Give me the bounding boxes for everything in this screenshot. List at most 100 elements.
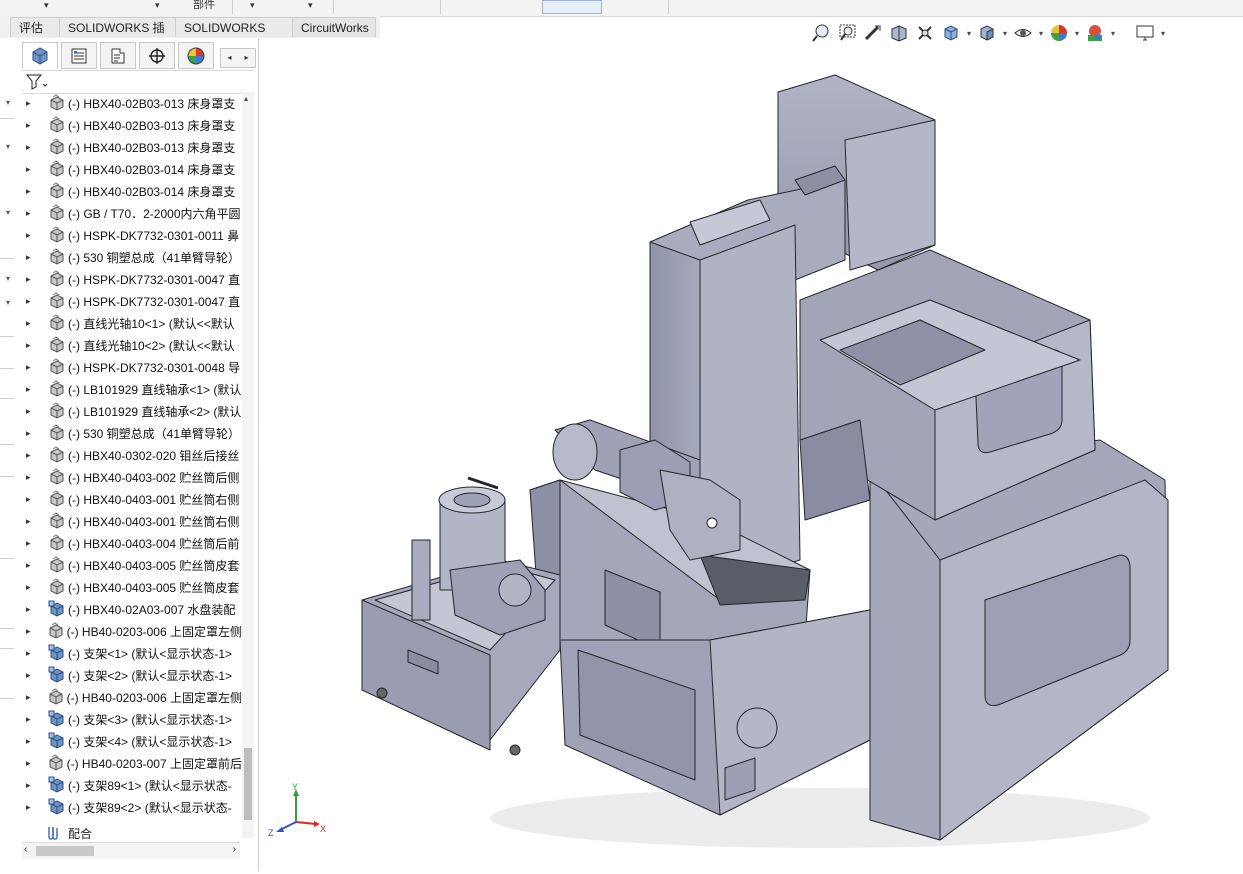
tree-item[interactable]: ▸ (-) HSPK-DK7732-0301-0048 导 xyxy=(22,356,242,378)
scroll-left-icon[interactable]: ‹ xyxy=(24,844,27,855)
tree-item[interactable]: ▸ (-) HB40-0203-006 上固定罩左侧 xyxy=(22,686,242,708)
expand-arrow-icon[interactable]: ▸ xyxy=(26,758,33,769)
display-manager-tab[interactable] xyxy=(178,42,214,69)
tree-item[interactable]: ▸ (-) GB / T70．2-2000内六角平圆 xyxy=(22,202,242,224)
expand-arrow-icon[interactable]: ▸ xyxy=(26,538,34,549)
ribbon-selected-button[interactable] xyxy=(542,0,602,14)
previous-view-button[interactable] xyxy=(860,21,886,45)
expand-arrow-icon[interactable]: ▸ xyxy=(26,472,34,483)
chevron-down-icon[interactable]: ▾ xyxy=(308,0,313,12)
tree-item[interactable]: ▸ (-) HBX40-02B03-014 床身罩支 xyxy=(22,158,242,180)
view-orientation-button[interactable] xyxy=(938,21,964,45)
expand-arrow-icon[interactable]: ▸ xyxy=(26,560,34,571)
expand-arrow-icon[interactable]: ▸ xyxy=(26,98,34,109)
tree-item[interactable]: ▸ (-) HSPK-DK7732-0301-0047 直 xyxy=(22,268,242,290)
expand-arrow-icon[interactable]: ▸ xyxy=(26,494,34,505)
dimxpert-tab[interactable] xyxy=(139,42,175,69)
expand-arrow-icon[interactable]: ▸ xyxy=(26,362,34,373)
expand-arrow-icon[interactable]: ▸ xyxy=(26,164,34,175)
expand-arrow-icon[interactable]: ▸ xyxy=(26,736,34,747)
propertymanager-tab[interactable] xyxy=(61,42,97,69)
edit-appearance-button[interactable] xyxy=(1046,21,1072,45)
expand-arrow-icon[interactable]: ▸ xyxy=(26,208,34,219)
tree-item[interactable]: ▸ (-) HBX40-0403-001 贮丝筒右侧 xyxy=(22,488,242,510)
expand-arrow-icon[interactable]: ▸ xyxy=(26,252,34,263)
tab-solidworks-addins[interactable]: SOLIDWORKS 插件 xyxy=(59,17,176,55)
expand-arrow-icon[interactable]: ▸ xyxy=(26,604,34,615)
chevron-down-icon[interactable]: ▾ xyxy=(155,0,160,12)
expand-arrow-icon[interactable]: ▸ xyxy=(26,318,34,329)
hide-show-items-button[interactable] xyxy=(1010,21,1036,45)
expand-arrow-icon[interactable]: ▸ xyxy=(26,406,34,417)
filter-bar[interactable] xyxy=(22,70,254,94)
chevron-down-icon[interactable]: ▾ xyxy=(44,0,49,12)
expand-arrow-icon[interactable]: ▸ xyxy=(26,186,34,197)
section-view-button[interactable] xyxy=(886,21,912,45)
expand-arrow-icon[interactable]: ▸ xyxy=(26,714,34,725)
expand-arrow-icon[interactable]: ▸ xyxy=(26,142,34,153)
scrollbar-thumb[interactable] xyxy=(36,846,94,856)
filter-icon[interactable] xyxy=(26,74,48,90)
apply-scene-button[interactable] xyxy=(1082,21,1108,45)
tree-item[interactable]: ▸ (-) HSPK-DK7732-0301-0047 直 xyxy=(22,290,242,312)
chevron-down-icon[interactable]: ▾ xyxy=(1072,29,1082,38)
tree-item[interactable]: ▸ (-) 支架<3> (默认<显示状态-1> xyxy=(22,708,242,730)
expand-arrow-icon[interactable]: ▸ xyxy=(26,274,34,285)
tree-item[interactable]: ▸ (-) 直线光轴10<1> (默认<<默认 xyxy=(22,312,242,334)
tree-item[interactable]: ▸ (-) 支架89<2> (默认<显示状态- xyxy=(22,796,242,818)
expand-arrow-icon[interactable]: ▸ xyxy=(26,648,34,659)
configurationmanager-tab[interactable] xyxy=(100,42,136,69)
tab-solidworks-mbd[interactable]: SOLIDWORKS MBD xyxy=(175,17,293,55)
chevron-down-icon[interactable]: ▾ xyxy=(1036,29,1046,38)
tree-item[interactable]: ▸ (-) HBX40-0403-001 贮丝筒右侧 xyxy=(22,510,242,532)
view-settings-button[interactable] xyxy=(1132,21,1158,45)
expand-arrow-icon[interactable]: ▸ xyxy=(26,120,34,131)
tree-item[interactable]: ▸ (-) HBX40-0403-002 贮丝筒后侧 xyxy=(22,466,242,488)
dynamic-annotation-button[interactable] xyxy=(912,21,938,45)
chevron-down-icon[interactable]: ▾ xyxy=(250,0,255,12)
tree-item[interactable]: ▸ (-) 支架<1> (默认<显示状态-1> xyxy=(22,642,242,664)
scrollbar-thumb[interactable] xyxy=(244,748,252,820)
graphics-area[interactable] xyxy=(259,38,1243,871)
tree-item[interactable]: ▸ (-) 支架<4> (默认<显示状态-1> xyxy=(22,730,242,752)
expand-arrow-icon[interactable]: ▸ xyxy=(26,516,34,527)
tree-item[interactable]: ▸ (-) HBX40-0403-004 贮丝筒后前 xyxy=(22,532,242,554)
expand-arrow-icon[interactable]: ▸ xyxy=(26,626,33,637)
expand-arrow-icon[interactable]: ▸ xyxy=(26,780,34,791)
display-style-button[interactable] xyxy=(974,21,1000,45)
scroll-left-icon[interactable]: ◂ xyxy=(221,49,238,67)
tree-item[interactable]: ▸ (-) HBX40-02B03-013 床身罩支 xyxy=(22,114,242,136)
tree-item[interactable]: ▸ (-) HBX40-02B03-013 床身罩支 xyxy=(22,136,242,158)
expand-arrow-icon[interactable]: ▸ xyxy=(26,230,34,241)
expand-arrow-icon[interactable]: ▸ xyxy=(26,582,34,593)
expand-arrow-icon[interactable]: ▸ xyxy=(26,450,34,461)
expand-arrow-icon[interactable]: ▸ xyxy=(26,670,34,681)
tree-item[interactable]: ▸ (-) HBX40-02B03-014 床身罩支 xyxy=(22,180,242,202)
expand-arrow-icon[interactable]: ▸ xyxy=(26,428,34,439)
expand-arrow-icon[interactable]: ▸ xyxy=(26,296,34,307)
zoom-to-area-button[interactable] xyxy=(834,21,860,45)
tree-item[interactable]: ▸ (-) HBX40-0403-005 贮丝筒皮套 xyxy=(22,554,242,576)
scroll-right-icon[interactable]: › xyxy=(233,844,236,855)
tree-item[interactable]: ▸ (-) 530 铜塑总成（41单臂导轮） xyxy=(22,422,242,444)
expand-arrow-icon[interactable]: ▸ xyxy=(26,340,34,351)
tree-item[interactable]: ▸ (-) HB40-0203-007 上固定罩前后 xyxy=(22,752,242,774)
tab-evaluate[interactable]: 评估 xyxy=(10,17,60,37)
tab-scroll-arrows[interactable]: ◂ ▸ xyxy=(220,48,256,68)
scroll-up-icon[interactable]: ▴ xyxy=(244,94,248,103)
tree-item[interactable]: ▸ (-) LB101929 直线轴承<1> (默认 xyxy=(22,378,242,400)
mates-folder[interactable]: 配合 xyxy=(44,822,92,844)
tree-item[interactable]: ▸ (-) HBX40-0403-005 贮丝筒皮套 xyxy=(22,576,242,598)
chevron-down-icon[interactable]: ▾ xyxy=(1108,29,1118,38)
tree-item[interactable]: ▸ (-) HB40-0203-006 上固定罩左侧 xyxy=(22,620,242,642)
tab-circuitworks[interactable]: CircuitWorks xyxy=(292,17,376,37)
chevron-down-icon[interactable]: ▾ xyxy=(1158,29,1168,38)
chevron-down-icon[interactable]: ▾ xyxy=(1000,29,1010,38)
tree-item[interactable]: ▸ (-) HSPK-DK7732-0301-0011 鼻 xyxy=(22,224,242,246)
expand-arrow-icon[interactable]: ▸ xyxy=(26,692,33,703)
expand-arrow-icon[interactable]: ▸ xyxy=(26,384,34,395)
tree-vertical-scrollbar[interactable]: ▴ xyxy=(242,92,254,838)
tree-item[interactable]: ▸ (-) LB101929 直线轴承<2> (默认 xyxy=(22,400,242,422)
tree-item[interactable]: ▸ (-) HBX40-0302-020 钼丝后接丝 xyxy=(22,444,242,466)
ribbon-part-label[interactable]: 部件 xyxy=(193,0,215,12)
